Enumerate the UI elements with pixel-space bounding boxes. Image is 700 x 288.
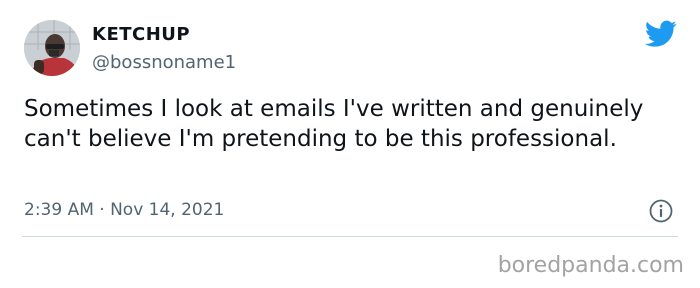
watermark: boredpanda.com bbox=[497, 253, 684, 278]
tweet-timestamp[interactable]: 2:39 AM · Nov 14, 2021 bbox=[24, 200, 224, 220]
twitter-bird-icon[interactable] bbox=[644, 20, 677, 48]
tweet-text: Sometimes I look at emails I've written … bbox=[24, 96, 644, 152]
tweet-card: KETCHUP @bossnoname1 Sometimes I look at… bbox=[0, 0, 700, 288]
info-icon[interactable] bbox=[648, 198, 674, 224]
avatar[interactable] bbox=[24, 20, 80, 76]
divider bbox=[22, 236, 678, 237]
author-display-name[interactable]: KETCHUP bbox=[92, 24, 190, 45]
author-handle[interactable]: @bossnoname1 bbox=[92, 52, 236, 73]
avatar-image bbox=[24, 20, 80, 76]
